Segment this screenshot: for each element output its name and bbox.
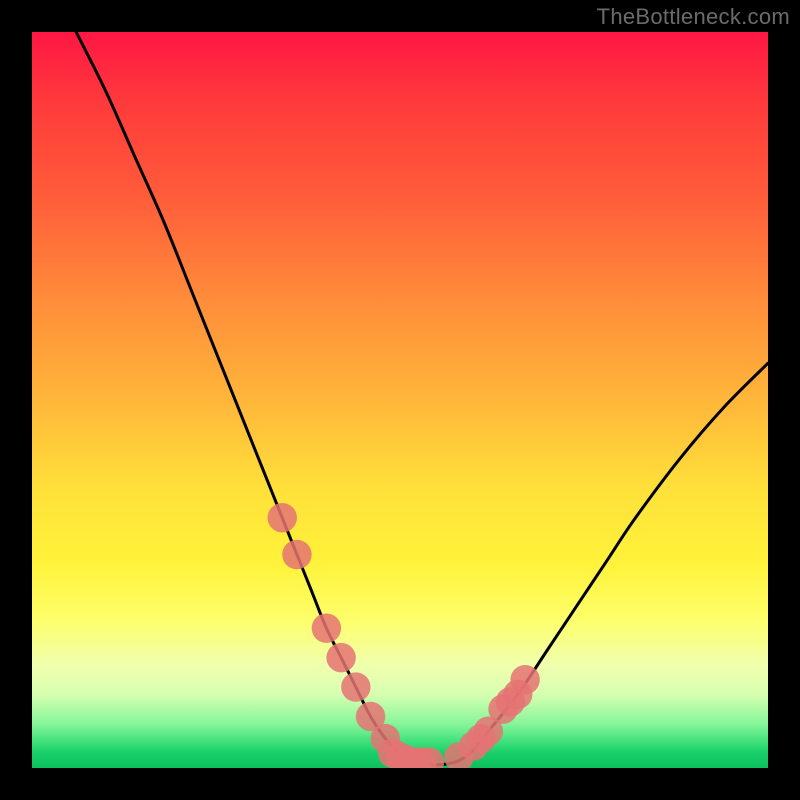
marker-point (510, 665, 539, 694)
watermark-text: TheBottleneck.com (597, 4, 790, 30)
markers-group (268, 503, 540, 768)
chart-stage: TheBottleneck.com (0, 0, 800, 800)
marker-point (326, 643, 355, 672)
marker-point (341, 672, 370, 701)
marker-point (282, 540, 311, 569)
marker-point (312, 613, 341, 642)
marker-point (268, 503, 297, 532)
chart-svg (32, 32, 768, 768)
plot-area (32, 32, 768, 768)
bottleneck-curve (76, 32, 768, 765)
